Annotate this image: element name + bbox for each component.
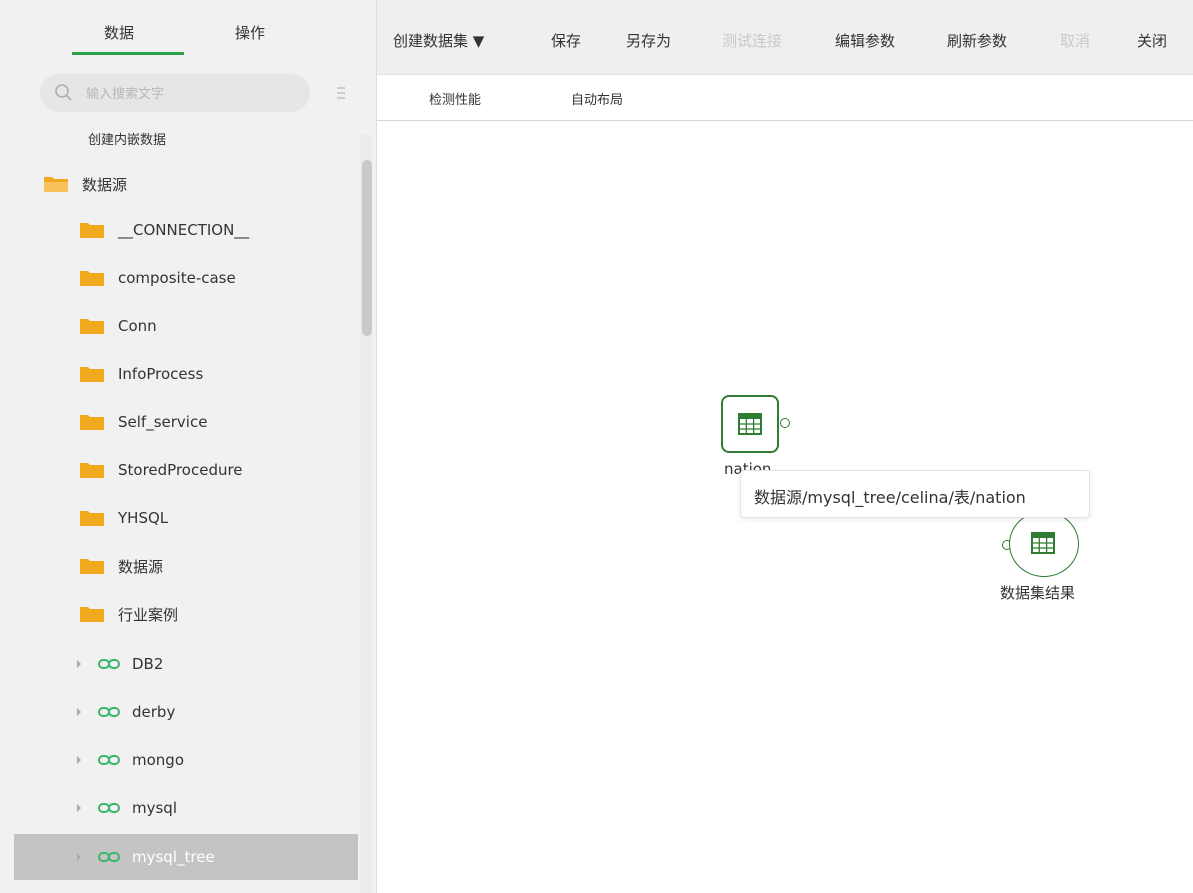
node-label-dataset-result: 数据集结果 xyxy=(1000,584,1076,602)
link-icon xyxy=(98,755,120,765)
folder-icon xyxy=(80,511,104,526)
table-node-nation[interactable] xyxy=(721,395,779,453)
datasource-tree: 创建内嵌数据 数据源 __CONNECTION__ composite-case xyxy=(0,120,360,893)
folder-icon xyxy=(80,367,104,382)
scrollbar-thumb[interactable] xyxy=(362,160,372,336)
folder-open-icon xyxy=(44,177,68,192)
link-icon xyxy=(98,707,120,717)
tree-item-folder[interactable]: 行业案例 xyxy=(80,594,424,634)
sub-toolbar: 检测性能 自动布局 xyxy=(377,75,1193,121)
tab-data[interactable]: 数据 xyxy=(104,22,134,43)
output-port[interactable] xyxy=(780,418,790,428)
edit-params-button[interactable]: 编辑参数 xyxy=(835,30,895,51)
caret-right-icon[interactable] xyxy=(74,852,84,862)
tree-item-label: composite-case xyxy=(118,269,236,287)
caret-right-icon[interactable] xyxy=(74,803,84,813)
left-tabs: 数据 操作 xyxy=(0,0,376,64)
tree-item-label: 行业案例 xyxy=(118,605,179,624)
tree-item-folder[interactable]: Conn xyxy=(80,306,424,346)
search-box xyxy=(40,74,310,112)
tree-item-label: YHSQL xyxy=(118,509,169,527)
tree-item-folder[interactable]: Self_service xyxy=(80,402,424,442)
tree-item-label: 数据源 xyxy=(118,557,164,576)
folder-icon xyxy=(80,415,104,430)
tree-item-label: mongo xyxy=(132,751,184,769)
tree-item-label: 创建内嵌数据 xyxy=(88,132,167,148)
tree-item-datasource-root[interactable]: 数据源 xyxy=(44,164,388,204)
tree-item-label: InfoProcess xyxy=(118,365,204,383)
refresh-params-button[interactable]: 刷新参数 xyxy=(947,30,1007,51)
tree-item-label: mysql_tree xyxy=(132,848,215,866)
tree-item-label: Self_service xyxy=(118,413,208,431)
tree-item-label: StoredProcedure xyxy=(118,461,243,479)
link-icon xyxy=(98,852,120,862)
tree-item-label: __CONNECTION__ xyxy=(118,221,250,239)
tab-operations[interactable]: 操作 xyxy=(235,22,265,43)
tree-item-folder[interactable]: 数据源 xyxy=(80,546,424,586)
active-tab-indicator xyxy=(72,52,184,55)
test-connection-button[interactable]: 测试连接 xyxy=(722,30,782,51)
tree-item-label: mysql xyxy=(132,799,177,817)
tree-item-folder[interactable]: StoredProcedure xyxy=(80,450,424,490)
detect-performance-button[interactable]: 检测性能 xyxy=(429,89,481,108)
folder-icon xyxy=(80,559,104,574)
caret-right-icon[interactable] xyxy=(74,707,84,717)
search-input[interactable] xyxy=(84,82,298,106)
folder-icon xyxy=(80,319,104,334)
tree-item-folder[interactable]: YHSQL xyxy=(80,498,424,538)
left-panel: 数据 操作 创建内嵌数据 数据源 xyxy=(0,0,377,893)
create-dataset-dropdown[interactable]: 创建数据集 ▼ xyxy=(393,30,484,51)
folder-icon xyxy=(80,463,104,478)
save-button[interactable]: 保存 xyxy=(551,30,581,51)
close-button[interactable]: 关闭 xyxy=(1137,30,1167,51)
tree-item-label: 数据源 xyxy=(82,175,128,194)
tree-item-label: Conn xyxy=(118,317,157,335)
node-path-tooltip: 数据源/mysql_tree/celina/表/nation xyxy=(740,470,1090,518)
folder-icon xyxy=(80,223,104,238)
cancel-button[interactable]: 取消 xyxy=(1060,30,1090,51)
auto-layout-button[interactable]: 自动布局 xyxy=(571,89,623,108)
folder-icon xyxy=(80,607,104,622)
tree-item-folder[interactable]: InfoProcess xyxy=(80,354,424,394)
link-icon xyxy=(98,803,120,813)
dataset-result-node[interactable] xyxy=(1009,511,1079,577)
tree-item-connection-selected[interactable]: mysql_tree xyxy=(14,834,358,880)
tree-item-label: DB2 xyxy=(132,655,164,673)
caret-right-icon[interactable] xyxy=(74,755,84,765)
search-icon xyxy=(55,84,72,101)
tree-item-folder[interactable]: __CONNECTION__ xyxy=(80,210,424,250)
tree-item-folder[interactable]: composite-case xyxy=(80,258,424,298)
link-icon xyxy=(98,659,120,669)
menu-icon[interactable] xyxy=(334,84,348,102)
tree-item-label: derby xyxy=(132,703,176,721)
save-as-button[interactable]: 另存为 xyxy=(626,30,671,51)
folder-icon xyxy=(80,271,104,286)
table-icon xyxy=(1031,532,1055,554)
toolbar: 创建数据集 ▼ 保存 另存为 测试连接 编辑参数 刷新参数 取消 关闭 xyxy=(377,0,1193,75)
caret-right-icon[interactable] xyxy=(74,659,84,669)
table-icon xyxy=(738,413,762,435)
